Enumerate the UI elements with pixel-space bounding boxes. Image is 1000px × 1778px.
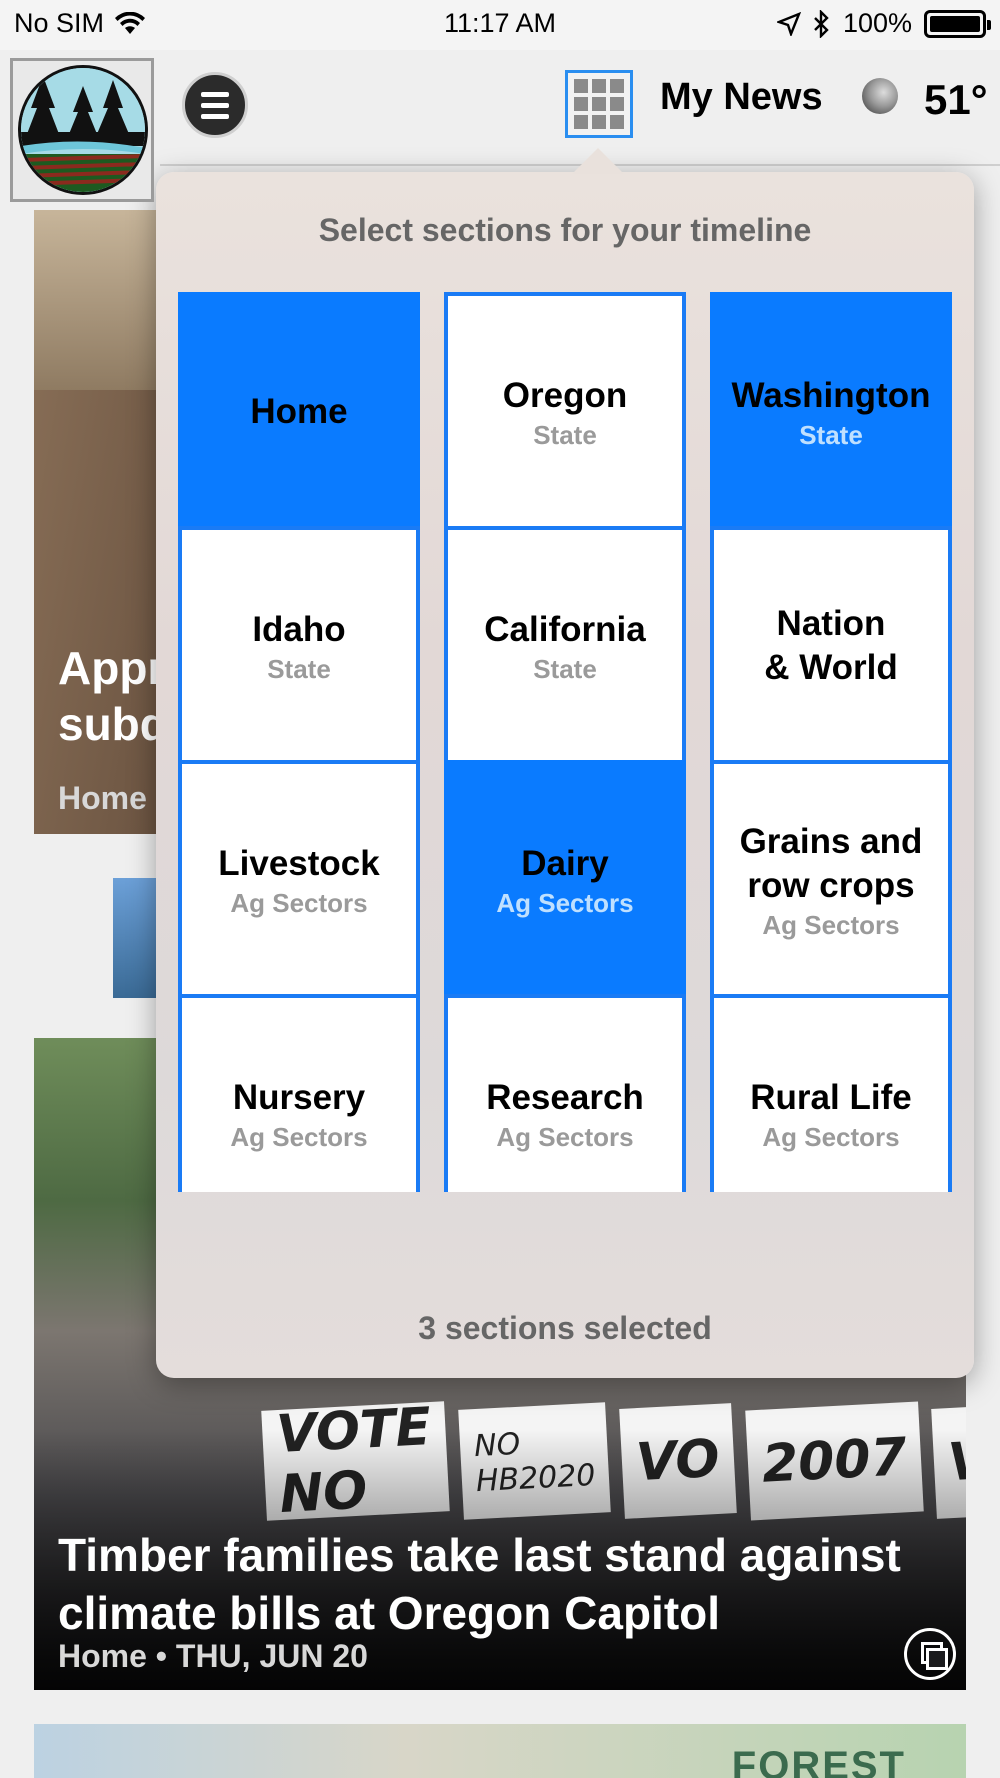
section-tile-nursery[interactable]: Nursery Ag Sectors [178,994,420,1192]
map-label: FOREST [731,1744,906,1778]
section-tile-name: Nursery [232,1077,366,1117]
status-right: 100% [776,8,991,39]
section-tile-category: Ag Sectors [496,887,634,918]
section-tile-research[interactable]: Research Ag Sectors [444,994,686,1192]
section-grid: Home Oregon State Washington State Idaho State… [178,292,952,1192]
bluetooth-icon [814,9,829,38]
section-tile-livestock[interactable]: Livestock Ag Sectors [178,760,420,1000]
section-tile-name: Nation & World [764,604,898,687]
section-tile-category: Ag Sectors [496,1121,634,1152]
popover-arrow [572,148,624,174]
moon-icon [862,78,898,114]
section-tile-california[interactable]: California State [444,526,686,766]
status-bar: No SIM 11:17 AM 100% [0,0,1000,50]
app-header: My News 51° [0,50,1000,202]
section-tile-name: Research [486,1077,644,1117]
section-tile-category: Ag Sectors [762,1121,900,1152]
section-tile-name: Home [250,392,348,431]
section-tile-name: California [484,609,646,649]
section-tile-oregon[interactable]: Oregon State [444,292,686,532]
temperature-label[interactable]: 51° [924,76,988,124]
section-tile-name: Oregon [502,375,628,415]
section-tile-name: Grains and row crops [739,821,923,905]
battery-percent: 100% [842,8,912,38]
section-tile-category: State [533,419,597,450]
section-tile-name: Washington [731,375,931,415]
menu-button[interactable] [182,72,248,138]
logo-button[interactable] [10,58,154,202]
section-tile-grains-and-row-crops[interactable]: Grains and row crops Ag Sectors [710,760,952,1000]
grid-icon[interactable] [565,70,633,138]
card-meta: Home • THU, JUN 20 [58,1638,368,1674]
location-arrow-icon [776,11,801,36]
section-tile-dairy[interactable]: Dairy Ag Sectors [444,760,686,1000]
section-tile-category: Ag Sectors [762,909,900,940]
sections-popover: Select sections for your timeline Home Or… [156,172,974,1378]
section-tile-nation-world[interactable]: Nation & World [710,526,952,766]
section-tile-category: Ag Sectors [230,887,368,918]
section-tile-category: State [533,653,597,684]
section-tile-category: Ag Sectors [230,1121,368,1152]
section-tile-name: Idaho [252,609,346,649]
popover-title: Select sections for your timeline [318,212,812,248]
section-tile-category: State [267,653,331,684]
section-tile-idaho[interactable]: Idaho State [178,526,420,766]
section-tile-name: Dairy [521,843,609,883]
card-meta: Home [58,780,147,816]
news-card[interactable]: FOREST [34,1724,966,1778]
logo [18,65,148,195]
section-tile-home[interactable]: Home [178,292,420,532]
section-tile-name: Rural Life [750,1077,912,1117]
my-news-title[interactable]: My News [660,76,823,119]
card-image [34,210,174,390]
menu-icon [201,91,229,97]
section-tile-category: State [799,419,863,450]
section-tile-washington[interactable]: Washington State [710,292,952,532]
section-tile-name: Livestock [218,843,380,883]
selection-count: 3 sections selected [418,1310,712,1346]
card-title: Timber families take last stand against … [58,1529,901,1639]
battery-icon [924,9,991,38]
section-tile-rural-life[interactable]: Rural Life Ag Sectors [710,994,952,1192]
gallery-icon[interactable] [904,1628,956,1680]
